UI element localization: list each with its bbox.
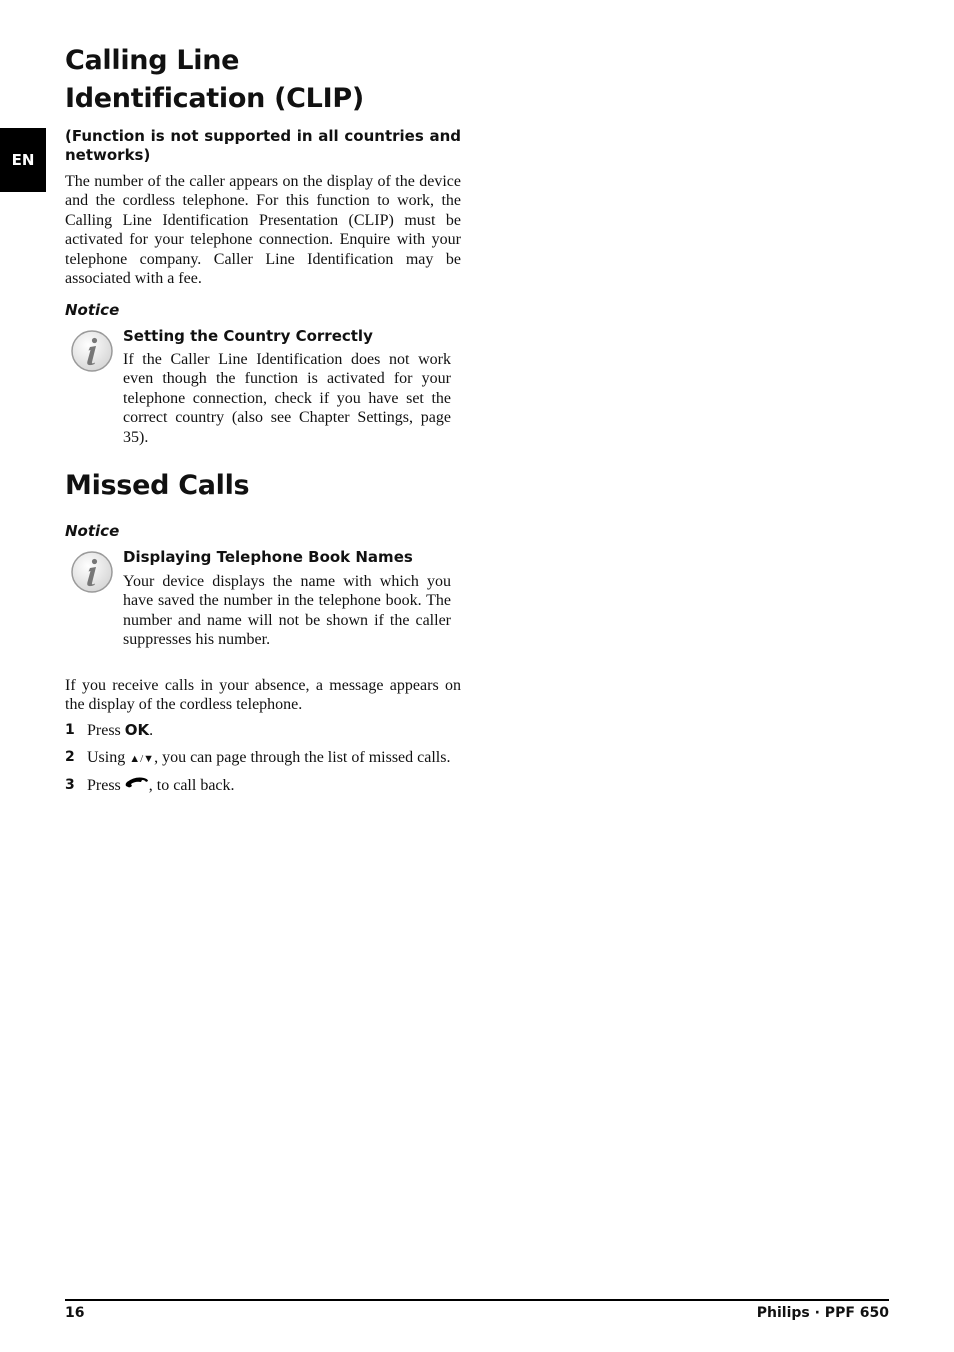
page-footer: 16 Philips · PPF 650 xyxy=(65,1305,889,1321)
notice-label: Notice xyxy=(65,522,120,540)
phone-handset-icon xyxy=(125,777,148,788)
notice-title: Setting the Country Correctly xyxy=(123,327,373,345)
language-tab: EN xyxy=(0,128,46,192)
step-number: 3 xyxy=(65,777,75,793)
info-icon xyxy=(71,551,113,593)
footer-rule xyxy=(65,1299,889,1301)
page-number: 16 xyxy=(65,1305,85,1321)
section-title-missed-calls: Missed Calls xyxy=(65,470,250,501)
product-name: Philips · PPF 650 xyxy=(756,1305,889,1321)
clip-body-paragraph: The number of the caller appears on the … xyxy=(65,173,461,288)
step-item: 1 Press OK. xyxy=(65,721,154,739)
section-title-clip: Calling Line Identification (CLIP) xyxy=(65,45,364,114)
notice-title: Displaying Telephone Book Names xyxy=(123,548,413,566)
clip-subheading: (Function is not supported in all countr… xyxy=(65,127,461,164)
ok-key-label: OK xyxy=(124,721,150,739)
step-item: 3 Press , to call back. xyxy=(65,777,235,794)
language-label: EN xyxy=(11,151,35,169)
missed-calls-intro: If you receive calls in your absence, a … xyxy=(65,677,461,714)
steps-list: 1 Press OK. 2 Using ▲/▼, you can page th… xyxy=(65,721,465,803)
notice-body: Your device displays the name with which… xyxy=(123,573,451,649)
step-number: 2 xyxy=(65,748,75,765)
step-item: 2 Using ▲/▼, you can page through the li… xyxy=(65,748,451,766)
notice-label: Notice xyxy=(65,301,120,319)
info-icon xyxy=(71,330,113,372)
up-down-arrow-icon: ▲/▼ xyxy=(129,752,155,765)
step-number: 1 xyxy=(65,722,75,738)
notice-body: If the Caller Line Identification does n… xyxy=(123,351,451,446)
